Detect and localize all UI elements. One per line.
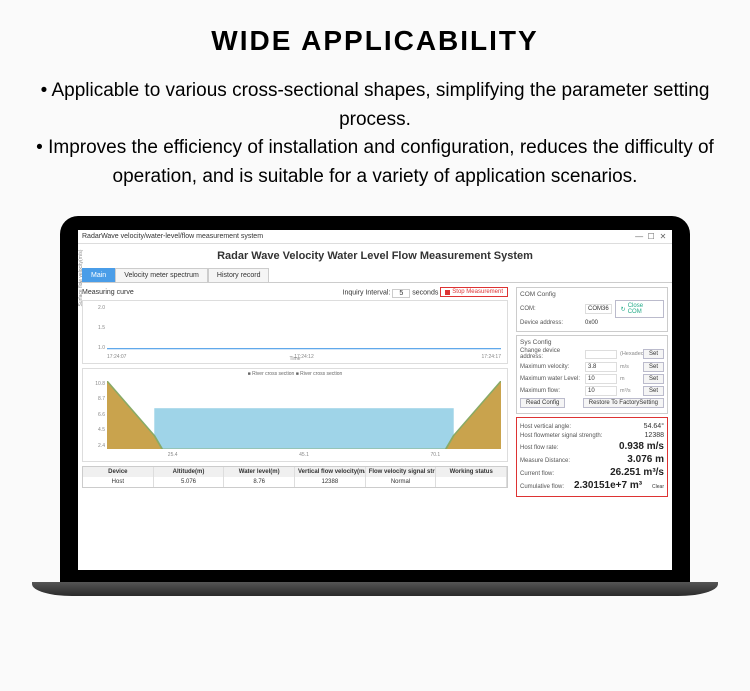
laptop-frame: RadarWave velocity/water-level/flow meas… (60, 216, 690, 596)
window-titlebar: RadarWave velocity/water-level/flow meas… (78, 230, 672, 244)
chart1-ytick: 2.0 (87, 305, 105, 311)
page-title: WIDE APPLICABILITY (0, 25, 750, 57)
com-label: COM: (520, 306, 582, 312)
set-level-button[interactable]: Set (643, 374, 664, 384)
max-level-label: Maximum water Level: (520, 376, 582, 382)
current-flow-value: 26.251 m³/s (610, 467, 664, 478)
close-button[interactable]: ✕ (658, 232, 668, 241)
maximize-button[interactable]: ☐ (646, 232, 656, 241)
th-altitude: Altitude(m) (154, 467, 225, 477)
set-addr-button[interactable]: Set (643, 349, 664, 359)
tab-spectrum[interactable]: Velocity meter spectrum (115, 268, 208, 282)
max-level-input[interactable]: 10 (585, 374, 617, 384)
chart2-xtick: 70.1 (430, 452, 440, 458)
td: 5.076 (154, 477, 225, 487)
hex-unit: (Hexadecimal) (620, 351, 640, 357)
app-title: Radar Wave Velocity Water Level Flow Mea… (78, 244, 672, 268)
chart1-ylabel: Surface flow velocity(m/s) (78, 249, 84, 306)
interval-label: Inquiry Interval: (343, 290, 391, 297)
th-velocity: Vertical flow velocity(m/s) (295, 467, 366, 477)
td: Host (83, 477, 154, 487)
angle-value: 54.64° (644, 423, 664, 430)
max-velocity-label: Maximum velocity: (520, 364, 582, 370)
chart1-ytick: 1.0 (87, 345, 105, 351)
device-address-label: Device address: (520, 320, 582, 326)
chart2-xtick: 25.4 (168, 452, 178, 458)
level-unit: m (620, 376, 640, 382)
td: 8.76 (224, 477, 295, 487)
read-config-button[interactable]: Read Config (520, 398, 565, 408)
sys-config-title: Sys Config (520, 339, 664, 346)
bullet-1: • Applicable to various cross-sectional … (30, 77, 720, 134)
chart2-ytick: 6.6 (87, 412, 105, 418)
chart2-ytick: 2.4 (87, 443, 105, 449)
flow-unit: m³/s (620, 388, 640, 394)
com-config-title: COM Config (520, 291, 664, 298)
chart1-ytick: 1.5 (87, 325, 105, 331)
restore-factory-button[interactable]: Restore To FactorySetting (583, 398, 664, 408)
max-velocity-input[interactable]: 3.8 (585, 362, 617, 372)
max-flow-input[interactable]: 10 (585, 386, 617, 396)
clear-button[interactable]: Clear (652, 484, 664, 490)
chart1-xlabel: Time (290, 356, 301, 362)
tab-bar: Main Velocity meter spectrum History rec… (78, 268, 672, 283)
td (436, 477, 507, 487)
signal-label: Host flowmeter signal strength: (520, 433, 602, 439)
table-row: Host 5.076 8.76 12388 Normal (83, 477, 507, 487)
readout-panel: Host vertical angle: 54.64° Host flowmete… (516, 417, 668, 497)
chart2-legend: ■ River cross section ■ River cross sect… (248, 371, 343, 377)
td: 12388 (295, 477, 366, 487)
signal-value: 12388 (645, 432, 664, 439)
th-signal: Flow velocity signal strength (366, 467, 437, 477)
change-addr-label: Change device address: (520, 348, 582, 360)
chart2-ytick: 8.7 (87, 396, 105, 402)
th-status: Working status (436, 467, 507, 477)
com-select[interactable]: COM36 (585, 304, 612, 314)
velocity-chart: Surface flow velocity(m/s) 2.0 1.5 1.0 1… (82, 300, 508, 364)
laptop-base (32, 582, 718, 596)
device-address-value: 0x00 (585, 320, 598, 326)
cumulative-flow-label: Cumulative flow: (520, 484, 564, 490)
data-table: Device Altitude(m) Water level(m) Vertic… (82, 466, 508, 488)
stop-measurement-button[interactable]: Stop Measurement (440, 287, 508, 297)
max-flow-label: Maximum flow: (520, 388, 582, 394)
com-config-panel: COM Config COM: COM36 Close COM Device a… (516, 287, 668, 332)
measuring-curve-label: Measuring curve (82, 289, 134, 296)
chart1-xtick: 17:24:17 (482, 354, 501, 360)
chart2-xtick: 45.1 (299, 452, 309, 458)
window-caption: RadarWave velocity/water-level/flow meas… (82, 233, 263, 240)
app-window: RadarWave velocity/water-level/flow meas… (78, 230, 672, 570)
distance-value: 3.076 m (627, 454, 664, 465)
distance-label: Measure Distance: (520, 458, 570, 464)
interval-input[interactable]: 5 (392, 289, 410, 298)
velocity-unit: m/s (620, 364, 640, 370)
minimize-button[interactable]: — (634, 232, 644, 241)
current-flow-label: Current flow: (520, 471, 554, 477)
cumulative-flow-value: 2.30151e+7 m³ (574, 480, 642, 491)
bullet-list: • Applicable to various cross-sectional … (0, 77, 750, 191)
chart1-xtick: 17:24:07 (107, 354, 126, 360)
tab-history[interactable]: History record (208, 268, 270, 282)
chart2-ytick: 10.8 (87, 381, 105, 387)
th-device: Device (83, 467, 154, 477)
tab-main[interactable]: Main (82, 268, 115, 282)
set-velocity-button[interactable]: Set (643, 362, 664, 372)
set-flow-button[interactable]: Set (643, 386, 664, 396)
sys-config-panel: Sys Config Change device address: (Hexad… (516, 335, 668, 414)
change-addr-input[interactable] (585, 350, 617, 359)
interval-unit: seconds (412, 290, 438, 297)
angle-label: Host vertical angle: (520, 424, 571, 430)
rate-label: Host flow rate: (520, 445, 558, 451)
th-water-level: Water level(m) (224, 467, 295, 477)
close-com-button[interactable]: Close COM (615, 300, 664, 318)
rate-value: 0.938 m/s (619, 441, 664, 452)
chart2-ytick: 4.5 (87, 427, 105, 433)
bullet-2: • Improves the efficiency of installatio… (30, 134, 720, 191)
td: Normal (366, 477, 437, 487)
cross-section-chart: ■ River cross section ■ River cross sect… (82, 368, 508, 462)
